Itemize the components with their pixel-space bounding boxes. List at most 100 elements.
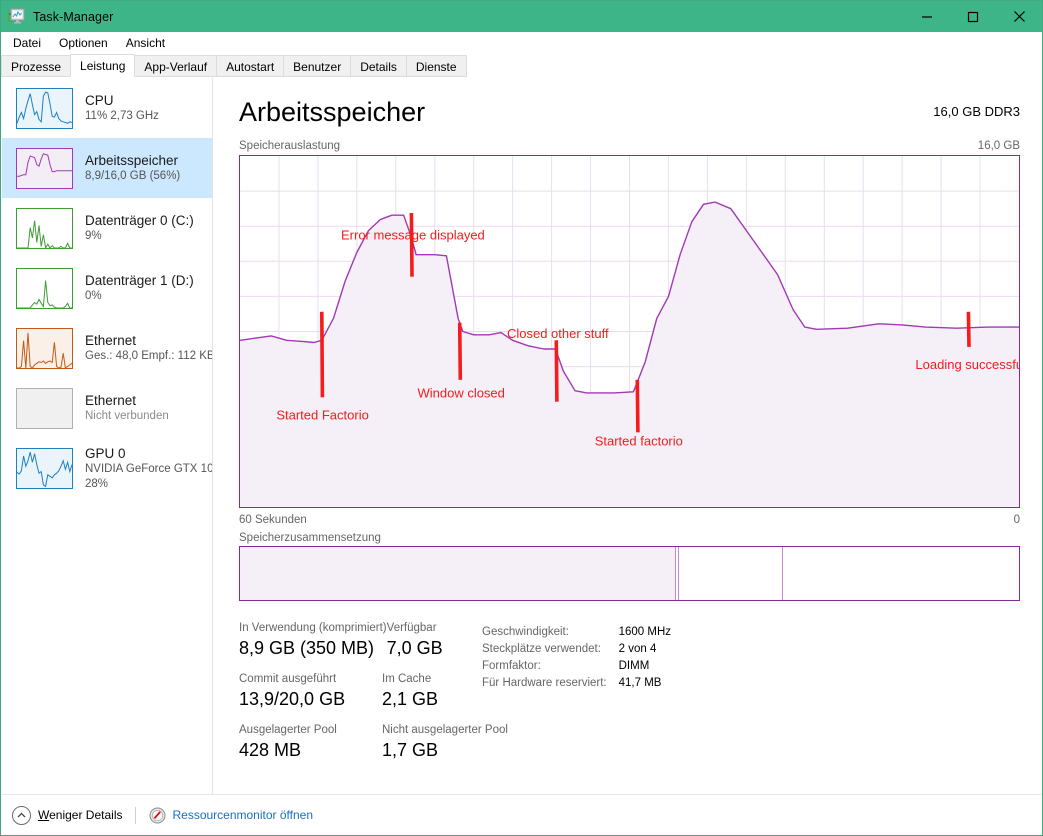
stat-label: Commit ausgeführt	[239, 671, 382, 687]
annotation-marker-closed-other-stuff	[556, 340, 557, 401]
menu-item-datei[interactable]: Datei	[4, 32, 50, 54]
sidebar-item-sublabel: Nicht verbunden	[85, 409, 169, 424]
menu-item-optionen[interactable]: Optionen	[50, 32, 117, 54]
menu-item-ansicht[interactable]: Ansicht	[117, 32, 174, 54]
sidebar-sparkline-2	[16, 208, 73, 249]
status-divider	[135, 807, 136, 824]
composition-segment-free[interactable]	[783, 547, 1019, 600]
less-details-button[interactable]: Weniger Details	[38, 808, 122, 822]
annotation-label-started-factorio-2: Started factorio	[595, 434, 683, 449]
sidebar-item-sublabel: 11% 2,73 GHz	[85, 109, 159, 124]
sidebar-sparkline-5	[16, 388, 73, 429]
tab-prozesse[interactable]: Prozesse	[1, 55, 71, 77]
close-button[interactable]	[996, 1, 1042, 32]
sidebar-sparkline-4	[16, 328, 73, 369]
detail-labels: Geschwindigkeit:Steckplätze verwendet:Fo…	[482, 624, 607, 692]
detail-label: Geschwindigkeit:	[482, 624, 607, 641]
tab-benutzer[interactable]: Benutzer	[283, 55, 351, 77]
sidebar-item-ethernet[interactable]: EthernetNicht verbunden	[2, 378, 212, 438]
sidebar-item-text: CPU11% 2,73 GHz	[85, 92, 159, 124]
sidebar-item-sublabel: Ges.: 48,0 Empf.: 112 KB	[85, 349, 212, 364]
task-manager-window: Task-Manager Datei Optionen Ansicht Proz…	[0, 0, 1043, 836]
sidebar-item-arbeitsspeicher[interactable]: Arbeitsspeicher8,9/16,0 GB (56%)	[2, 138, 212, 198]
tab-autostart[interactable]: Autostart	[216, 55, 284, 77]
stat-cell: In Verwendung (komprimiert)8,9 GB (350 M…	[239, 620, 387, 660]
stat-label: Nicht ausgelagerter Pool	[382, 722, 489, 738]
sidebar-item-text: EthernetNicht verbunden	[85, 392, 169, 424]
minimize-button[interactable]	[904, 1, 950, 32]
axis-label-left: 60 Sekunden	[239, 514, 307, 526]
stat-cell: Im Cache2,1 GB	[382, 671, 438, 711]
annotation-label-closed-other-stuff: Closed other stuff	[507, 326, 609, 341]
chevron-up-circle-icon[interactable]	[12, 806, 31, 825]
sidebar-item-datentr-ger-1-d[interactable]: Datenträger 1 (D:)0%	[2, 258, 212, 318]
sidebar-item-cpu[interactable]: CPU11% 2,73 GHz	[2, 78, 212, 138]
detail-values: 1600 MHz2 von 4DIMM41,7 MB	[619, 624, 671, 692]
main-header: Arbeitsspeicher 16,0 GB DDR3	[239, 96, 1020, 132]
annotation-marker-started-factorio	[322, 312, 323, 398]
composition-caption-row: Speicherzusammensetzung	[239, 530, 1020, 545]
detail-label: Steckplätze verwendet:	[482, 641, 607, 658]
sidebar-item-sublabel: 0%	[85, 289, 194, 304]
stat-value: 1,7 GB	[382, 738, 489, 762]
sidebar-item-label: Arbeitsspeicher	[85, 152, 180, 169]
annotation-marker-window-closed	[460, 323, 461, 380]
sidebar-item-text: EthernetGes.: 48,0 Empf.: 112 KB	[85, 332, 212, 364]
stat-row: Commit ausgeführt13,9/20,0 GBIm Cache2,1…	[239, 671, 489, 711]
stat-value: 428 MB	[239, 738, 382, 762]
detail-value: 1600 MHz	[619, 624, 671, 641]
detail-label: Formfaktor:	[482, 658, 607, 675]
stat-value: 2,1 GB	[382, 687, 438, 711]
maximize-button[interactable]	[950, 1, 996, 32]
resource-sidebar[interactable]: CPU11% 2,73 GHz Arbeitsspeicher8,9/16,0 G…	[2, 78, 213, 794]
stat-value: 13,9/20,0 GB	[239, 687, 382, 711]
annotation-marker-error-message	[411, 213, 412, 277]
graph-caption-left: Speicherauslastung	[239, 140, 340, 152]
sidebar-sparkline-1	[16, 148, 73, 189]
tab-strip: Prozesse Leistung App-Verlauf Autostart …	[1, 54, 1042, 77]
tab-dienste[interactable]: Dienste	[406, 55, 467, 77]
stat-value: 8,9 GB (350 MB)	[239, 636, 387, 660]
menu-bar: Datei Optionen Ansicht	[1, 32, 1042, 54]
composition-segment-in-use[interactable]	[240, 547, 675, 600]
sidebar-item-sublabel-2: 28%	[85, 477, 212, 492]
task-manager-icon	[8, 8, 25, 25]
resource-monitor-link[interactable]: Ressourcenmonitor öffnen	[172, 808, 313, 822]
detail-value: 2 von 4	[619, 641, 671, 658]
sidebar-item-label: CPU	[85, 92, 159, 109]
annotation-label-started-factorio: Started Factorio	[276, 407, 369, 422]
sidebar-item-text: Datenträger 0 (C:)9%	[85, 212, 194, 244]
memory-composition-bar[interactable]	[239, 546, 1020, 601]
composition-caption: Speicherzusammensetzung	[239, 532, 381, 544]
graph-caption-row: Speicherauslastung 16,0 GB	[239, 138, 1020, 153]
tab-leistung[interactable]: Leistung	[70, 54, 135, 77]
tab-app-verlauf[interactable]: App-Verlauf	[134, 55, 217, 77]
annotation-label-window-closed: Window closed	[417, 385, 504, 400]
sidebar-item-sublabel: 8,9/16,0 GB (56%)	[85, 169, 180, 184]
memory-spec: 16,0 GB DDR3	[933, 96, 1020, 127]
window-titlebar: Task-Manager	[1, 1, 1042, 32]
sidebar-item-ethernet[interactable]: EthernetGes.: 48,0 Empf.: 112 KB	[2, 318, 212, 378]
annotation-marker-started-factorio-2	[637, 380, 638, 433]
page-title: Arbeitsspeicher	[239, 96, 425, 129]
tab-details[interactable]: Details	[350, 55, 407, 77]
sidebar-item-sublabel: 9%	[85, 229, 194, 244]
stat-label: Ausgelagerter Pool	[239, 722, 382, 738]
memory-usage-graph: Started FactorioError message displayedW…	[239, 155, 1020, 508]
stat-cell: Verfügbar7,0 GB	[387, 620, 443, 660]
stat-row: In Verwendung (komprimiert)8,9 GB (350 M…	[239, 620, 489, 660]
composition-segment-standby[interactable]	[679, 547, 782, 600]
sidebar-item-gpu-0[interactable]: GPU 0NVIDIA GeForce GTX 10628%	[2, 438, 212, 498]
sidebar-sparkline-0	[16, 88, 73, 129]
memory-stats: In Verwendung (komprimiert)8,9 GB (350 M…	[239, 620, 489, 773]
sidebar-sparkline-6	[16, 448, 73, 489]
detail-value: 41,7 MB	[619, 675, 671, 692]
sidebar-item-datentr-ger-0-c[interactable]: Datenträger 0 (C:)9%	[2, 198, 212, 258]
status-bar: Weniger Details Ressourcenmonitor öffnen	[2, 794, 1042, 835]
sidebar-item-label: Datenträger 1 (D:)	[85, 272, 194, 289]
stat-label: Verfügbar	[387, 620, 443, 636]
resource-monitor-icon[interactable]	[149, 807, 166, 824]
detail-value: DIMM	[619, 658, 671, 675]
stat-cell: Commit ausgeführt13,9/20,0 GB	[239, 671, 382, 711]
annotation-marker-loading-successful	[968, 312, 969, 347]
